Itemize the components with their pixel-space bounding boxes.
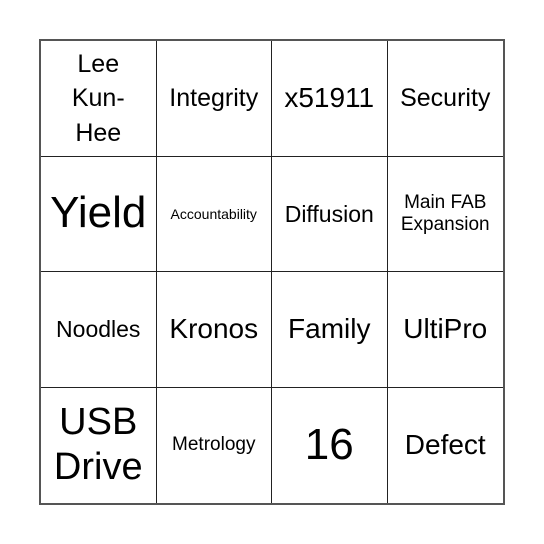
bingo-cell[interactable]: 16 — [272, 387, 388, 503]
cell-text: Family — [288, 313, 371, 345]
cell-text: Security — [400, 83, 491, 112]
bingo-cell[interactable]: Lee Kun-Hee — [41, 41, 157, 157]
cell-text: Diffusion — [284, 200, 374, 227]
cell-text: Kronos — [169, 313, 259, 345]
cell-text: Metrology — [172, 434, 256, 456]
bingo-cell[interactable]: x51911 — [272, 41, 388, 157]
cell-text: 16 — [304, 419, 354, 469]
cell-text: x51911 — [284, 82, 375, 114]
bingo-cell[interactable]: Kronos — [156, 272, 272, 388]
bingo-cell[interactable]: Noodles — [41, 272, 157, 388]
cell-text: UltiPro — [403, 313, 488, 345]
bingo-cell[interactable]: Accountability — [156, 156, 272, 272]
cell-text: Defect — [404, 429, 486, 461]
cell-text: Integrity — [169, 83, 259, 112]
bingo-cell[interactable]: Defect — [388, 388, 504, 504]
bingo-card: Lee Kun-Hee Integrity x51911 Security Yi… — [39, 39, 505, 505]
cell-text: USB Drive — [53, 400, 143, 489]
bingo-cell[interactable]: Family — [272, 272, 388, 388]
cell-text: Yield — [50, 188, 147, 238]
cell-text: Noodles — [56, 316, 141, 343]
bingo-cell[interactable]: Integrity — [156, 41, 272, 157]
bingo-cell[interactable]: Main FAB Expansion — [387, 157, 503, 272]
bingo-cell[interactable]: USB Drive — [41, 387, 157, 503]
bingo-cell[interactable]: Metrology — [157, 387, 272, 503]
bingo-cell[interactable]: Diffusion — [272, 156, 388, 272]
cell-text: Accountability — [170, 205, 257, 222]
bingo-cell[interactable]: UltiPro — [387, 272, 503, 388]
cell-text: Lee Kun-Hee — [71, 49, 125, 147]
cell-text: Main FAB Expansion — [400, 191, 490, 235]
bingo-cell[interactable]: Security — [387, 41, 503, 157]
bingo-cell[interactable]: Yield — [41, 156, 157, 272]
